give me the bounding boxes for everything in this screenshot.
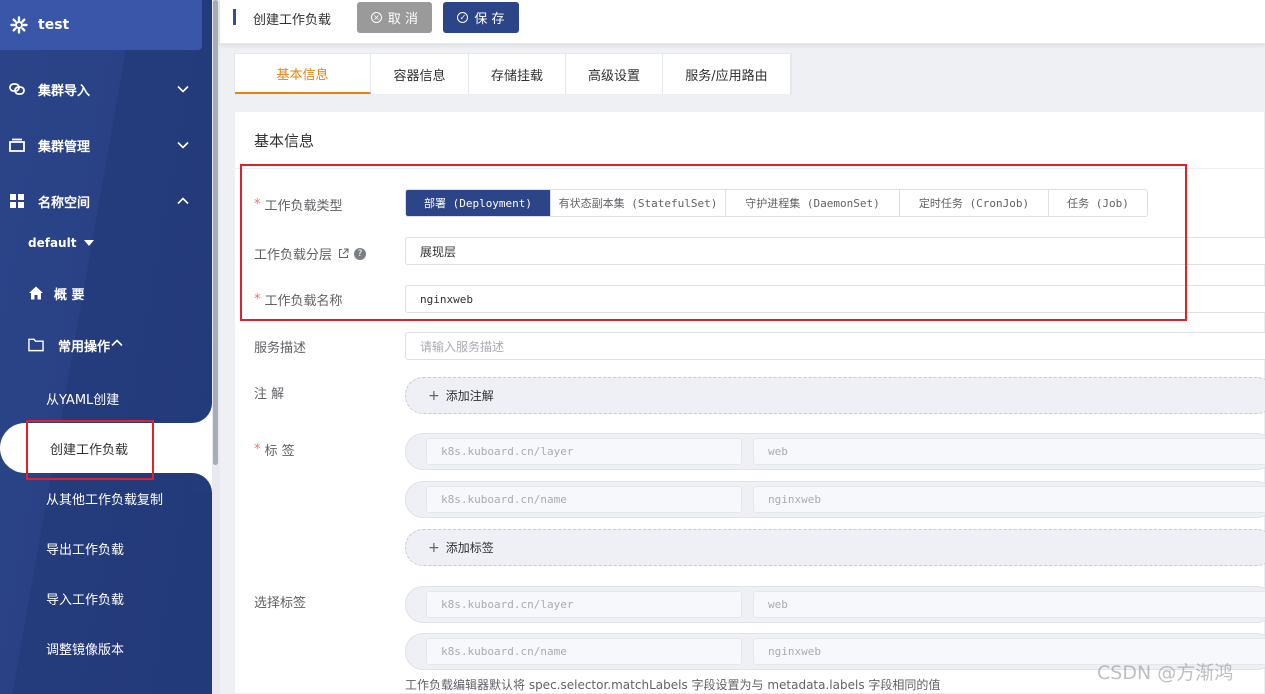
active-curve-top [192,403,212,423]
watermark: CSDN @方渐鸿 [1097,662,1234,684]
label-text: 工作负载类型 [264,199,343,214]
selector-key-input[interactable]: k8s.kuboard.cn/layer [426,591,742,618]
save-button[interactable]: ✓ 保 存 [443,2,519,33]
menu-label: 常用操作 [58,339,111,355]
chevron-down-icon [176,138,190,152]
menu-create-workload[interactable]: 创建工作负载 [0,423,212,473]
label-key-input[interactable]: k8s.kuboard.cn/layer [426,438,742,465]
workload-type-label: * 工作负载类型 [254,195,343,214]
menu-label: 概 要 [54,287,85,303]
menu-label: 创建工作负载 [50,443,129,458]
menu-cluster-import[interactable]: 集群导入 [0,69,212,109]
label-row: k8s.kuboard.cn/layer web [405,433,1265,470]
chevron-down-icon [176,82,190,96]
menu-overview[interactable]: 概 要 [0,273,212,313]
sidebar: test 集群导入 集群管理 名称空间 default 概 要 常用操作 从YA… [0,0,212,694]
workload-type-daemonset[interactable]: 守护进程集 (DaemonSet) [726,190,900,216]
menu-label: 集群导入 [38,83,91,99]
menu-export-workload[interactable]: 导出工作负载 [46,528,212,568]
workload-type-deployment[interactable]: 部署 (Deployment) [406,190,551,216]
close-circle-icon: × [370,12,382,23]
workload-name-input[interactable]: nginxweb [405,285,1265,313]
server-icon [9,137,25,153]
menu-adjust-image[interactable]: 调整镜像版本 [46,628,212,668]
gear-icon [10,16,28,34]
labels-label: * 标 签 [254,440,295,459]
add-label-label: 添加标签 [445,541,494,555]
workload-name-label: * 工作负载名称 [254,290,343,309]
required-mark: * [254,442,261,457]
tab-bar: 基本信息 容器信息 存储挂载 高级设置 服务/应用路由 [234,53,792,94]
tab-advanced[interactable]: 高级设置 [566,54,663,94]
selector-label: 选择标签 [254,596,307,611]
caret-down-icon [84,240,95,246]
service-desc-input[interactable]: 请输入服务描述 [405,332,1265,360]
annotation-label: 注 解 [254,387,285,402]
help-icon[interactable]: ? [354,247,367,260]
chevron-up-icon [110,336,124,354]
tab-basic-info[interactable]: 基本信息 [235,54,371,94]
menu-from-yaml[interactable]: 从YAML创建 [46,378,212,418]
title-accent-bar [233,9,236,25]
menu-namespace[interactable]: 名称空间 [0,181,212,221]
workload-type-job[interactable]: 任务 (Job) [1049,190,1147,216]
workload-layer-label: 工作负载分层 ? [254,244,367,263]
menu-label: 集群管理 [38,139,91,155]
basic-info-card: 基本信息 * 工作负载类型 部署 (Deployment) 有状态副本集 (St… [234,111,1265,694]
home-icon [28,285,44,301]
tab-service-route[interactable]: 服务/应用路由 [663,54,791,94]
link-icon [9,81,25,97]
sidebar-scrollbar[interactable] [213,0,218,465]
selector-key-input[interactable]: k8s.kuboard.cn/name [426,638,742,665]
workload-type-cronjob[interactable]: 定时任务 (CronJob) [900,190,1049,216]
cancel-label: 取 消 [387,12,419,27]
label-row: k8s.kuboard.cn/name nginxweb [405,481,1265,518]
label-text: 工作负载名称 [264,294,343,309]
topbar: 创建工作负载 × 取 消 ✓ 保 存 [220,0,1265,44]
save-label: 保 存 [474,12,505,27]
page-title: 创建工作负载 [253,13,332,28]
folder-icon [28,337,44,353]
required-mark: * [254,197,261,212]
plus-icon: + [428,387,440,404]
namespace-dropdown[interactable]: default [28,236,95,250]
external-link-icon[interactable] [338,248,349,259]
divider [235,168,1265,169]
add-annotation-button[interactable]: + 添加注解 [405,377,1265,414]
label-value-input[interactable]: nginxweb [753,486,1265,513]
selector-hint: 工作负载编辑器默认将 spec.selector.matchLabels 字段设… [405,678,941,692]
tab-container-info[interactable]: 容器信息 [371,54,469,94]
selector-value-input[interactable]: web [753,591,1265,618]
workload-layer-select[interactable]: 展现层 [405,237,1265,265]
workload-type-selector: 部署 (Deployment) 有状态副本集 (StatefulSet) 守护进… [405,189,1148,217]
menu-common-ops[interactable]: 常用操作 [0,325,212,365]
menu-import-workload[interactable]: 导入工作负载 [46,578,212,618]
menu-label: 名称空间 [38,195,91,211]
grid-icon [9,193,25,209]
add-annotation-label: 添加注解 [445,389,494,403]
app-title: test [38,17,70,33]
check-circle-icon: ✓ [457,12,469,23]
add-label-button[interactable]: + 添加标签 [405,529,1265,566]
selector-row: k8s.kuboard.cn/layer web [405,586,1265,623]
section-title: 基本信息 [254,132,315,150]
workload-type-statefulset[interactable]: 有状态副本集 (StatefulSet) [551,190,726,216]
sidebar-header[interactable]: test [0,0,202,50]
required-mark: * [254,292,261,307]
label-key-input[interactable]: k8s.kuboard.cn/name [426,486,742,513]
menu-cluster-manage[interactable]: 集群管理 [0,125,212,165]
label-text: 标 签 [264,444,295,459]
namespace-value: default [28,236,77,250]
label-value-input[interactable]: web [753,438,1265,465]
tab-storage[interactable]: 存储挂载 [469,54,566,94]
cancel-button[interactable]: × 取 消 [357,2,432,33]
service-desc-label: 服务描述 [254,341,307,356]
chevron-up-icon [176,194,190,208]
menu-copy-workload[interactable]: 从其他工作负载复制 [46,478,212,518]
plus-icon: + [428,539,440,556]
label-text: 工作负载分层 [254,248,333,263]
